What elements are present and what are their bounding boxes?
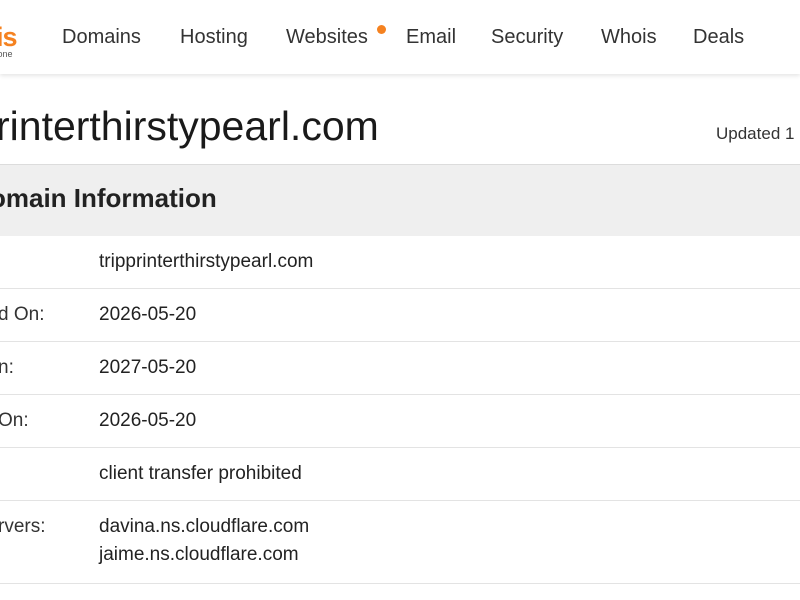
row-label: n: <box>0 357 14 378</box>
table-row-registered-on: d On: 2026-05-20 <box>0 289 800 342</box>
table-row-domain: tripprinterthirstypearl.com <box>0 236 800 289</box>
nav-item-websites[interactable]: Websites <box>286 24 368 50</box>
domain-title: rinterthirstypearl.com <box>0 103 379 149</box>
nav-item-hosting[interactable]: Hosting <box>180 24 248 50</box>
domain-info-table: tripprinterthirstypearl.com d On: 2026-0… <box>0 236 800 584</box>
row-label: rvers: <box>0 516 46 537</box>
name-servers-list: davina.ns.cloudflare.com jaime.ns.cloudf… <box>99 513 309 569</box>
section-title: omain Information <box>0 183 217 213</box>
row-value-registered-on: 2026-05-20 <box>99 304 197 325</box>
site-header: is yone Domains Hosting Websites Email S… <box>0 0 800 74</box>
logo-mark: is <box>0 22 18 52</box>
nav-item-deals[interactable]: Deals <box>693 24 744 50</box>
row-label: d On: <box>0 304 45 325</box>
nav-item-security[interactable]: Security <box>491 24 563 50</box>
row-value-domain: tripprinterthirstypearl.com <box>99 251 314 272</box>
row-value-expires-on: 2027-05-20 <box>99 357 197 378</box>
row-value-updated-on: 2026-05-20 <box>99 410 197 431</box>
table-row-updated-on: On: 2026-05-20 <box>0 395 800 448</box>
nav-item-domains[interactable]: Domains <box>62 24 141 50</box>
row-label: On: <box>0 410 29 431</box>
logo-tagline: yone <box>0 49 13 59</box>
name-server-item: davina.ns.cloudflare.com <box>99 516 310 537</box>
new-indicator-dot <box>377 25 386 34</box>
name-server-item: jaime.ns.cloudflare.com <box>99 544 299 565</box>
logo[interactable]: is yone <box>0 22 30 62</box>
table-row-name-servers: rvers: davina.ns.cloudflare.com jaime.ns… <box>0 501 800 584</box>
domain-information-header: omain Information <box>0 164 800 237</box>
table-row-expires-on: n: 2027-05-20 <box>0 342 800 395</box>
table-row-status: client transfer prohibited <box>0 448 800 501</box>
nav-item-whois[interactable]: Whois <box>601 24 657 50</box>
nav-item-email[interactable]: Email <box>406 24 456 50</box>
page: is yone Domains Hosting Websites Email S… <box>0 0 800 600</box>
updated-timestamp: Updated 1 <box>716 124 795 143</box>
row-value-status: client transfer prohibited <box>99 463 302 484</box>
